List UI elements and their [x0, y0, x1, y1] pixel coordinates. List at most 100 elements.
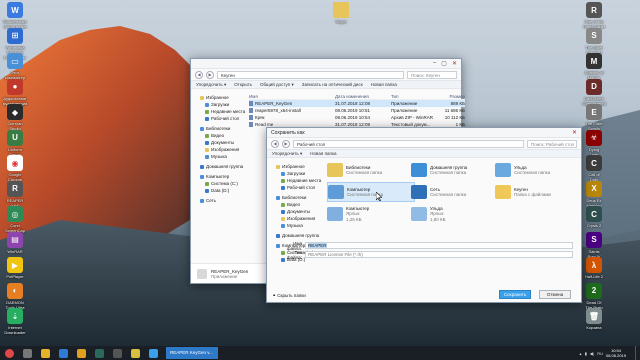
taskbar-app-chrome[interactable] — [36, 346, 54, 360]
desktop-icon-left-3[interactable]: ● Аудиозахват мультимедиа — [0, 78, 30, 106]
taskbar-app-explorer[interactable] — [54, 346, 72, 360]
taskbar-app-reaper[interactable] — [18, 346, 36, 360]
desktop-icon-left-12[interactable]: ⇣ Internet Downloader — [0, 308, 30, 335]
nav-item-документы[interactable]: Документы — [195, 139, 247, 146]
desktop-icon-left-7[interactable]: R REAPER (x64) — [0, 180, 30, 208]
nav-item-загрузки[interactable]: Загрузки — [195, 101, 247, 108]
nav-item-сеть[interactable]: Сеть — [195, 197, 247, 204]
desktop-icon-right-3[interactable]: D DarkSiders Warmastered — [579, 78, 609, 106]
folder-tile-сеть[interactable]: Сеть Системная папка — [411, 182, 499, 202]
nav-item-изображения[interactable]: Изображения — [195, 146, 247, 153]
search-input[interactable]: Поиск: Кеуген — [407, 70, 457, 79]
nav-item-библиотеки[interactable]: Библиотеки — [271, 194, 323, 201]
forward-button[interactable]: ▶ — [206, 70, 214, 79]
desktop-icon-right-0[interactable]: R Rise of the Tomb Raider — [579, 2, 609, 29]
cancel-button[interactable]: Отмена — [539, 290, 571, 299]
desktop-icon-right-10[interactable]: λ Half-Life 2 — [579, 257, 609, 279]
desktop-icon-right-8[interactable]: C Crysis 2 — [579, 206, 609, 228]
taskbar-app-potplayer[interactable] — [126, 346, 144, 360]
taskbar-active-window[interactable]: REAPER KeyGen v... — [166, 347, 218, 359]
table-row[interactable]: Кряк 08.06.2019 10:54 Архив ZIP - WinRAR 10… — [249, 114, 465, 121]
desktop-icon-left-4[interactable]: ◆ Скетчап Studio — [0, 104, 30, 131]
back-button[interactable]: ◀ — [271, 139, 279, 148]
back-button[interactable]: ◀ — [195, 70, 203, 79]
table-row[interactable]: REAPER_KeyGen 31.07.2018 12:08 Приложение 8… — [249, 100, 465, 107]
nav-item-компьютер[interactable]: Компьютер — [195, 173, 247, 180]
desktop-icon-right-11[interactable]: 2 Dead Of The Brain — [579, 282, 609, 310]
minimize-icon[interactable]: – — [433, 60, 436, 67]
taskbar-app-start[interactable] — [0, 346, 18, 360]
folder-tile-библиотеки[interactable]: Библиотеки Системная папка — [327, 160, 415, 180]
command-3[interactable]: Записать на оптический диск — [302, 82, 363, 87]
close-icon[interactable]: ✕ — [572, 129, 577, 136]
filename-input[interactable]: REAPER — [305, 242, 573, 249]
clock[interactable]: 10:54 08.06.2019 — [606, 348, 626, 358]
address-bar[interactable]: Кеуген — [217, 70, 404, 79]
desktop-icon-left-9[interactable]: ▤ WinRAR — [0, 231, 30, 254]
maximize-icon[interactable]: ▢ — [441, 60, 447, 67]
desktop-icon-right-5[interactable]: ☣ Dying Light — [579, 129, 609, 157]
nav-item-недавние-места[interactable]: Недавние места — [195, 108, 247, 115]
nav-item-изображения[interactable]: Изображения — [271, 215, 323, 222]
nav-item-видео[interactable]: Видео — [195, 132, 247, 139]
hide-folders-toggle[interactable]: ▴ Скрыть папки — [273, 292, 306, 298]
folder-tile-компьютер[interactable]: Компьютер Системная папка — [327, 182, 415, 202]
nav-item-рабочий-стол[interactable]: Рабочий стол — [271, 184, 323, 191]
close-icon[interactable]: ✕ — [452, 60, 457, 67]
taskbar-app-explorer-active[interactable] — [144, 346, 162, 360]
column-header[interactable]: Имя — [249, 93, 335, 99]
address-bar[interactable]: Рабочий стол — [293, 139, 524, 148]
nav-item-загрузки[interactable]: Загрузки — [271, 170, 323, 177]
command-1[interactable]: Новая папка — [310, 151, 336, 156]
folder-tile-ульда[interactable]: Ульда Ярлык 1,80 КБ — [411, 204, 499, 224]
search-input[interactable]: Поиск: Рабочий стол — [527, 139, 577, 148]
nav-item-домашняя-группа[interactable]: Домашняя группа — [271, 232, 323, 239]
column-header[interactable]: Размер — [435, 93, 465, 99]
taskbar-app-reaper-keygen[interactable] — [108, 346, 126, 360]
nav-item-музыка[interactable]: Музыка — [271, 222, 323, 229]
nav-item-избранное[interactable]: Избранное — [195, 94, 247, 101]
column-header[interactable]: Дата изменения — [335, 93, 391, 99]
desktop-icon-right-1[interactable]: S The Elder Scrolls V — [579, 27, 609, 55]
command-1[interactable]: Открыть — [234, 82, 252, 87]
nav-item-домашняя-группа[interactable]: Домашняя группа — [195, 163, 247, 170]
column-header[interactable]: Тип — [391, 93, 435, 99]
nav-item-видео[interactable]: Видео — [271, 201, 323, 208]
desktop-icon-right-6[interactable]: C Call of Duty — [579, 155, 609, 182]
forward-button[interactable]: ▶ — [282, 139, 290, 148]
nav-item-недавние-места[interactable]: Недавние места — [271, 177, 323, 184]
desktop-icon-right-4[interactable]: E The Elder Scrolls — [579, 104, 609, 131]
desktop-icon-left-5[interactable]: U Uniform Server — [0, 129, 30, 157]
nav-item-документы[interactable]: Документы — [271, 208, 323, 215]
folder-tile-кеуген[interactable]: Кеуген Папка с файлами — [495, 182, 583, 202]
nav-item-избранное[interactable]: Избранное — [271, 163, 323, 170]
desktop-icon-left-2[interactable]: ▭ Этот компьютер — [0, 53, 30, 80]
desktop-icon-right-9[interactable]: S Saints Row IV — [579, 231, 609, 259]
explorer-titlebar[interactable]: – ▢ ✕ — [191, 59, 461, 69]
filetype-select[interactable]: REAPER License File (*.rk) — [305, 251, 573, 258]
nav-item-библиотеки[interactable]: Библиотеки — [195, 125, 247, 132]
nav-item-data-d[interactable]: Data (D:) — [195, 187, 247, 194]
desktop-icon-right-2[interactable]: M Shadow of Mordor — [579, 53, 609, 80]
desktop-icon-left-0[interactable]: W Wondershare UniConverter — [0, 2, 30, 29]
taskbar-app-unknown[interactable] — [72, 346, 90, 360]
desktop-icon-left-6[interactable]: ◉ Google Chrome — [0, 155, 30, 182]
command-4[interactable]: Новая папка — [371, 82, 397, 87]
desktop-icon-right-7[interactable]: X Deus Ex Mankind — [579, 180, 609, 208]
network-icon[interactable]: ▮ — [585, 351, 587, 356]
desktop-folder-skype[interactable]: Skype — [326, 2, 356, 24]
save-button[interactable]: Сохранить — [499, 290, 531, 299]
show-desktop-button[interactable] — [635, 346, 640, 360]
desktop-icon-left-11[interactable]: ◐ DAEMON Tools Ultra — [0, 282, 30, 310]
command-0[interactable]: Упорядочить ▾ — [272, 151, 302, 157]
tray-arrow-icon[interactable]: ▴ — [580, 351, 582, 356]
desktop-icon-right-12[interactable]: 🗑 Корзина — [579, 308, 609, 330]
nav-item-рабочий-стол[interactable]: Рабочий стол — [195, 115, 247, 122]
command-0[interactable]: Упорядочить ▾ — [196, 82, 226, 88]
folder-tile-домашняя-группа[interactable]: Домашняя группа Системная папка — [411, 160, 499, 180]
desktop-icon-left-10[interactable]: ▶ PotPlayer — [0, 257, 30, 279]
folder-tile-ульда[interactable]: Ульда Системная папка — [495, 160, 583, 180]
language-indicator[interactable]: RU — [597, 351, 603, 356]
folder-tile-компьютер[interactable]: Компьютер Ярлык 1,25 КБ — [327, 204, 415, 224]
volume-icon[interactable]: ◀) — [590, 351, 594, 356]
